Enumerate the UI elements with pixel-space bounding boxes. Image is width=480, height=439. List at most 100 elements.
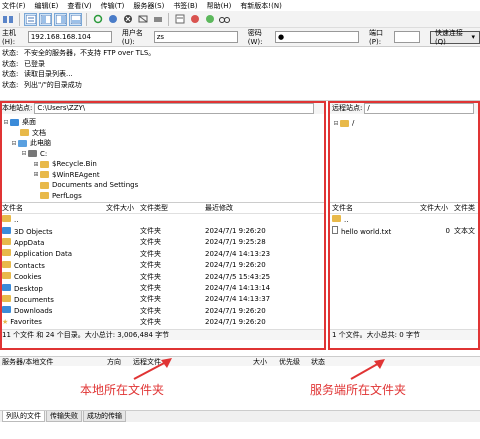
tab-successful-transfers[interactable]: 成功的传输 <box>83 411 126 422</box>
expand-icon[interactable]: ⊟ <box>20 150 28 157</box>
tab-label: 成功的传输 <box>87 412 122 420</box>
local-path-input[interactable] <box>34 102 315 114</box>
remote-path-input[interactable] <box>364 102 475 114</box>
port-label: 端口(P): <box>369 29 384 46</box>
cancel-icon[interactable] <box>121 13 134 26</box>
table-row[interactable]: hello world.txt 0 文本文 <box>330 225 480 236</box>
quickconnect-button[interactable]: 快速连接(Q) ▾ <box>429 29 480 46</box>
toggle-log-icon[interactable] <box>24 12 37 26</box>
table-row[interactable]: Application Data 文件夹 2024/7/4 14:13:23 <box>0 248 326 259</box>
col-server-local-file[interactable]: 服务器/本地文件 <box>0 357 107 367</box>
col-filetype[interactable]: 文件类 <box>454 203 479 213</box>
menu-edit[interactable]: 编辑(E) <box>35 1 59 11</box>
table-row[interactable]: Documents 文件夹 2024/7/4 14:13:37 <box>0 294 326 305</box>
table-row[interactable]: Downloads 文件夹 2024/7/1 9:26:20 <box>0 305 326 316</box>
tree-item-root[interactable]: ⊟ / <box>330 118 480 129</box>
tab-queued-files[interactable]: 列队的文件 <box>2 411 45 422</box>
folder-icon <box>40 192 49 200</box>
folder-icon <box>2 215 11 223</box>
filter-icon[interactable] <box>173 13 186 26</box>
expand-icon[interactable]: ⊟ <box>2 119 10 126</box>
folder-icon <box>340 119 349 127</box>
file-name: Cookies <box>14 273 42 282</box>
tree-item-documents[interactable]: 文档 <box>0 128 326 139</box>
col-modified[interactable]: 最近修改 <box>205 203 295 213</box>
password-input[interactable] <box>275 31 360 43</box>
local-annotation-label: 本地所在文件夹 <box>80 383 165 397</box>
col-size[interactable]: 大小 <box>253 357 279 367</box>
col-filesize[interactable]: 文件大小 <box>420 203 454 213</box>
table-row[interactable]: 3D Objects 文件夹 2024/7/1 9:26:20 <box>0 225 326 236</box>
col-filetype[interactable]: 文件类型 <box>140 203 205 213</box>
col-filename[interactable]: 文件名 <box>0 203 106 213</box>
tree-item-this-pc[interactable]: ⊟ 此电脑 <box>0 138 326 149</box>
table-row[interactable]: .. <box>330 214 480 225</box>
file-name: Contacts <box>14 261 45 270</box>
toggle-local-tree-icon[interactable] <box>39 12 52 26</box>
table-row[interactable]: .. <box>0 214 326 225</box>
col-filesize[interactable]: 文件大小 <box>106 203 140 213</box>
menu-file[interactable]: 文件(F) <box>2 1 26 11</box>
toggle-queue-icon[interactable] <box>69 12 82 26</box>
menu-server[interactable]: 服务器(S) <box>133 1 164 11</box>
tree-item-perflogs[interactable]: PerfLogs <box>0 191 326 202</box>
remote-pane: 远程站点: ⊟/ 文件名 文件大小 文件类 .. hello world.txt… <box>329 102 480 349</box>
menu-transfer[interactable]: 传输(T) <box>101 1 125 11</box>
site-manager-icon[interactable] <box>2 13 15 26</box>
expand-icon[interactable]: ⊟ <box>10 140 18 147</box>
transfer-queue[interactable] <box>0 366 480 410</box>
menu-bookmarks[interactable]: 书签(B) <box>173 1 197 11</box>
tree-item-desktop[interactable]: ⊟ 桌面 <box>0 117 326 128</box>
table-row[interactable]: Cookies 文件夹 2024/7/5 15:43:25 <box>0 271 326 282</box>
sync-browse-icon[interactable] <box>203 13 216 26</box>
text-file-icon <box>332 226 338 235</box>
col-status[interactable]: 状态 <box>311 357 341 367</box>
compare-icon[interactable] <box>188 13 201 26</box>
file-date: 2024/7/4 14:13:37 <box>205 295 271 304</box>
table-row[interactable]: AppData 文件夹 2024/7/1 9:25:28 <box>0 237 326 248</box>
process-queue-icon[interactable] <box>106 13 119 26</box>
file-name: Downloads <box>14 307 53 316</box>
username-input[interactable] <box>153 31 238 43</box>
tree-item-docs-settings[interactable]: Documents and Settings <box>0 180 326 191</box>
file-name: Favorites <box>10 318 42 327</box>
table-row[interactable]: Desktop 文件夹 2024/7/4 14:13:14 <box>0 282 326 293</box>
remote-annotation-label: 服务端所在文件夹 <box>310 383 407 397</box>
toggle-remote-tree-icon[interactable] <box>54 12 67 26</box>
tree-item-winreagent[interactable]: ⊞ $WinREAgent <box>0 170 326 181</box>
file-name: 3D Objects <box>14 227 53 236</box>
table-row[interactable]: ★ Favorites 文件夹 2024/7/1 9:26:20 <box>0 317 326 328</box>
port-input[interactable] <box>393 31 420 43</box>
tree-item-recycle-bin[interactable]: ⊞ $Recycle.Bin <box>0 159 326 170</box>
tab-failed-transfers[interactable]: 传输失败 <box>46 411 82 422</box>
col-priority[interactable]: 优先级 <box>279 357 311 367</box>
expand-icon[interactable]: ⊞ <box>32 161 40 168</box>
menu-help[interactable]: 帮助(H) <box>207 1 232 11</box>
folder-icon <box>2 237 11 245</box>
folder-icon <box>40 171 49 179</box>
computer-icon <box>18 139 27 147</box>
host-input[interactable] <box>27 31 112 43</box>
tree-item-drive-c[interactable]: ⊟ C: <box>0 149 326 160</box>
menu-new-version[interactable]: 有新版本!(N) <box>240 1 282 11</box>
refresh-icon[interactable] <box>91 13 104 26</box>
folder-icon <box>20 129 29 137</box>
log-key: 状态: <box>2 49 19 57</box>
tree-item-label: 文档 <box>32 128 46 137</box>
file-type: 文件夹 <box>140 284 161 293</box>
remote-path-bar: 远程站点: <box>330 102 480 114</box>
expand-icon[interactable]: ⊟ <box>332 120 340 127</box>
table-row[interactable]: Contacts 文件夹 2024/7/1 9:26:20 <box>0 260 326 271</box>
reconnect-icon[interactable] <box>151 13 164 26</box>
queue-tabs: 列队的文件 传输失败 成功的传输 <box>0 410 480 422</box>
desktop-icon <box>10 118 19 126</box>
tree-item-label: 桌面 <box>22 118 36 127</box>
col-filename[interactable]: 文件名 <box>330 203 420 213</box>
expand-icon[interactable]: ⊞ <box>32 171 40 178</box>
file-type: 文本文 <box>454 227 475 236</box>
menu-view[interactable]: 查看(V) <box>67 1 91 11</box>
search-icon[interactable] <box>218 13 231 26</box>
chevron-down-icon[interactable]: ▾ <box>471 33 475 41</box>
log-text: 列出"/"的目录成功 <box>24 80 82 89</box>
disconnect-icon[interactable] <box>136 13 149 26</box>
